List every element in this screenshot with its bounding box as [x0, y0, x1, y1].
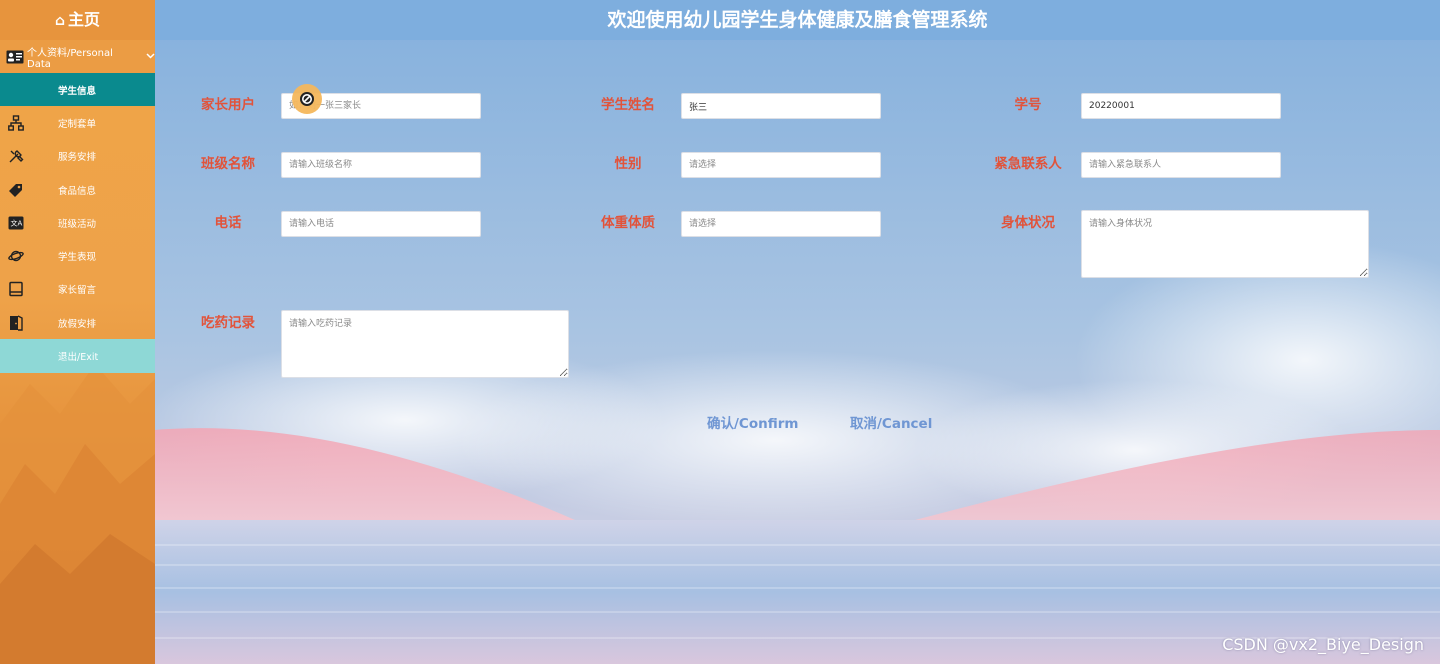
sidebar-section-personal-data[interactable]: 个人资料/Personal Data	[0, 40, 155, 73]
sidebar-item-label: 服务安排	[58, 152, 97, 164]
sidebar-item-exit[interactable]: 退出/Exit	[0, 339, 155, 373]
sidebar-item-label: 家长留言	[58, 285, 97, 297]
student-id-input[interactable]	[1081, 93, 1281, 119]
emergency-contact-label: 紧急联系人	[994, 156, 1062, 172]
page-title: 欢迎使用幼儿园学生身体健康及膳食管理系统	[155, 0, 1440, 40]
sidebar-item-label: 班级活动	[58, 218, 97, 230]
sidebar-item-class-activity[interactable]: 文A 班级活动	[0, 206, 155, 239]
tools-icon	[7, 147, 25, 165]
sidebar-item-parent-message[interactable]: 家长留言	[0, 273, 155, 306]
main-content: 欢迎使用幼儿园学生身体健康及膳食管理系统 家长用户 学生姓名 学号 班级名称 性…	[155, 0, 1440, 664]
weight-type-label: 体重体质	[601, 215, 655, 231]
sidebar-item-label: 放假安排	[58, 318, 97, 330]
id-card-icon	[6, 50, 24, 64]
class-name-label: 班级名称	[201, 156, 255, 172]
student-name-label: 学生姓名	[601, 97, 655, 113]
sidebar-item-label: 定制套单	[58, 118, 97, 130]
sidebar-item-service[interactable]: 服务安排	[0, 140, 155, 173]
medicine-record-textarea[interactable]	[281, 310, 569, 378]
sidebar-item-custom-menu[interactable]: 定制套单	[0, 106, 155, 139]
cursor-indicator	[292, 84, 322, 114]
phone-input[interactable]	[281, 211, 481, 237]
home-label: 主页	[68, 10, 101, 29]
parent-user-label: 家长用户	[201, 97, 255, 113]
sidebar-item-label: 学生信息	[58, 85, 97, 97]
class-name-input[interactable]	[281, 152, 481, 178]
section-label: 个人资料/Personal Data	[27, 47, 113, 70]
sidebar-item-holiday[interactable]: 放假安排	[0, 306, 155, 339]
watermark: CSDN @vx2_Biye_Design	[1222, 635, 1424, 654]
sidebar-home[interactable]: ⌂ 主页	[0, 0, 155, 40]
sidebar-item-food-info[interactable]: 食品信息	[0, 173, 155, 206]
phone-label: 电话	[214, 215, 242, 231]
gender-select[interactable]	[681, 152, 881, 178]
book-icon	[7, 280, 25, 298]
sidebar-item-label: 食品信息	[58, 185, 97, 197]
emergency-contact-input[interactable]	[1081, 152, 1281, 178]
medicine-record-label: 吃药记录	[201, 315, 255, 331]
weight-type-select[interactable]	[681, 211, 881, 237]
sidebar: ⌂ 主页 个人资料/Personal Data 学生信息 定制套单 服务安排 食品…	[0, 0, 155, 664]
tag-icon	[7, 181, 25, 199]
planet-icon	[7, 247, 25, 265]
student-id-label: 学号	[1014, 97, 1042, 113]
sidebar-item-student-info[interactable]: 学生信息	[0, 73, 155, 107]
chevron-down-icon	[146, 51, 155, 62]
translate-icon: 文A	[7, 214, 25, 232]
body-condition-textarea[interactable]	[1081, 210, 1369, 278]
sidebar-item-label: 学生表现	[58, 252, 97, 264]
student-name-input[interactable]	[681, 93, 881, 119]
cancel-button[interactable]: 取消/Cancel	[850, 412, 932, 432]
gender-label: 性别	[614, 156, 642, 172]
home-icon: ⌂	[54, 13, 65, 29]
svg-text:文A: 文A	[11, 218, 23, 227]
sidebar-item-label: 退出/Exit	[58, 352, 99, 364]
sitemap-icon	[7, 114, 25, 132]
door-icon	[7, 314, 25, 332]
confirm-button[interactable]: 确认/Confirm	[707, 412, 798, 432]
not-allowed-icon	[300, 92, 314, 106]
sidebar-mountain-decoration	[0, 364, 155, 664]
body-condition-label: 身体状况	[1001, 215, 1055, 231]
sidebar-item-performance[interactable]: 学生表现	[0, 239, 155, 272]
